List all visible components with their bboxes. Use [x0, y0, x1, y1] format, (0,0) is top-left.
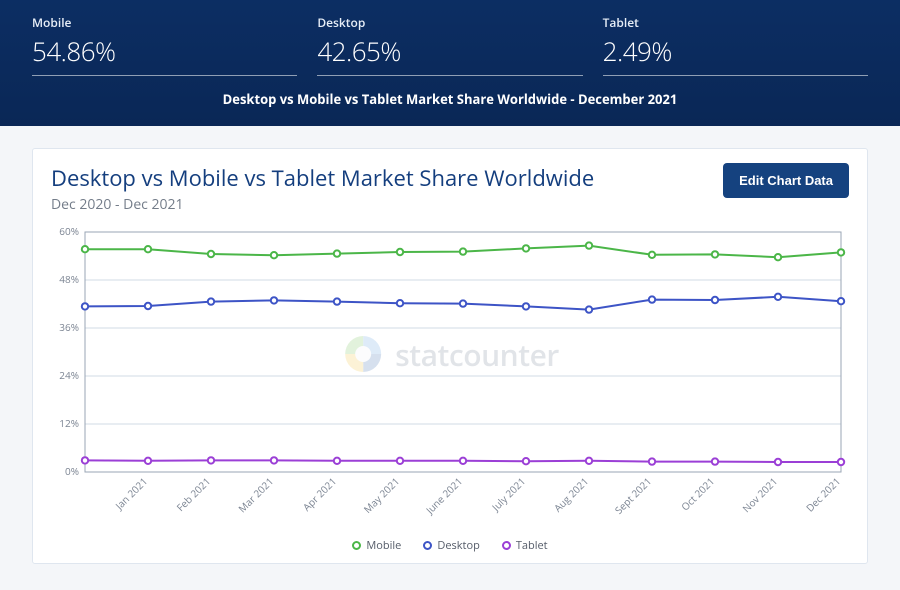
svg-text:Mar 2021: Mar 2021: [235, 474, 276, 515]
chart-area: statcounter 0%12%24%36%48%60%Jan 2021Feb…: [51, 224, 849, 534]
stat-label: Mobile: [32, 14, 277, 31]
legend-item[interactable]: Desktop: [423, 538, 479, 553]
chart-title: Desktop vs Mobile vs Tablet Market Share…: [51, 163, 594, 193]
svg-text:24%: 24%: [59, 368, 79, 382]
header: Mobile 54.86% Desktop 42.65% Tablet 2.49…: [0, 0, 900, 126]
stats-row: Mobile 54.86% Desktop 42.65% Tablet 2.49…: [32, 14, 868, 76]
svg-text:12%: 12%: [59, 416, 79, 430]
stat-label: Tablet: [603, 14, 848, 31]
svg-text:Feb 2021: Feb 2021: [173, 474, 213, 514]
legend: Mobile Desktop Tablet: [51, 538, 849, 553]
titles: Desktop vs Mobile vs Tablet Market Share…: [51, 163, 594, 214]
legend-item[interactable]: Mobile: [352, 538, 401, 553]
stat-value: 42.65%: [317, 33, 562, 69]
legend-label: Desktop: [437, 538, 479, 553]
stat-value: 2.49%: [603, 33, 848, 69]
legend-swatch: [502, 541, 511, 550]
stat-mobile: Mobile 54.86%: [32, 14, 297, 76]
svg-text:June 2021: June 2021: [422, 474, 465, 517]
svg-text:36%: 36%: [59, 320, 79, 334]
chart-subtitle: Dec 2020 - Dec 2021: [51, 195, 594, 214]
legend-item[interactable]: Tablet: [502, 538, 548, 553]
legend-label: Mobile: [366, 538, 401, 553]
legend-swatch: [423, 541, 432, 550]
header-caption: Desktop vs Mobile vs Tablet Market Share…: [32, 90, 868, 108]
stat-label: Desktop: [317, 14, 562, 31]
chart-panel: Desktop vs Mobile vs Tablet Market Share…: [32, 148, 868, 564]
stat-desktop: Desktop 42.65%: [317, 14, 582, 76]
stat-value: 54.86%: [32, 33, 277, 69]
svg-text:48%: 48%: [59, 272, 79, 286]
svg-text:Jan 2021: Jan 2021: [111, 474, 150, 513]
svg-text:Sept 2021: Sept 2021: [612, 474, 655, 517]
svg-text:Apr 2021: Apr 2021: [300, 474, 340, 514]
line-chart: 0% 12% 24% 36% 48% 60% Jan 2021 Feb 2021 Mar 202…: [51, 224, 851, 534]
svg-text:0%: 0%: [65, 464, 79, 478]
svg-text:Oct 2021: Oct 2021: [678, 474, 717, 513]
legend-label: Tablet: [516, 538, 548, 553]
svg-text:July 2021: July 2021: [488, 474, 528, 514]
svg-text:Nov 2021: Nov 2021: [739, 474, 780, 515]
edit-chart-button[interactable]: Edit Chart Data: [723, 163, 849, 198]
svg-text:Aug 2021: Aug 2021: [551, 474, 592, 515]
legend-swatch: [352, 541, 361, 550]
svg-text:60%: 60%: [59, 224, 79, 238]
panel-head: Desktop vs Mobile vs Tablet Market Share…: [51, 163, 849, 214]
svg-text:Dec 2021: Dec 2021: [803, 474, 843, 514]
svg-text:May 2021: May 2021: [360, 474, 402, 516]
stat-tablet: Tablet 2.49%: [603, 14, 868, 76]
